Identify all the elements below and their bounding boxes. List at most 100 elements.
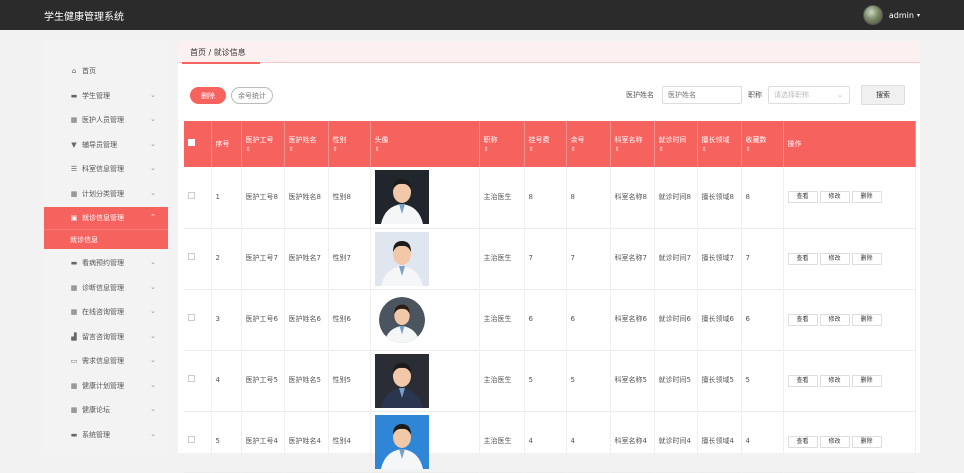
row-select-cell[interactable] xyxy=(184,350,212,411)
row-select-cell[interactable] xyxy=(184,289,212,350)
edit-button[interactable]: 修改 xyxy=(819,252,850,265)
table-row[interactable]: 3 医护工号6 医护姓名6 性别6 主治医生 6 6 科室名称6 就诊时间6 擅长领域6 6 查看 修改… xyxy=(184,289,916,350)
column-header-10[interactable]: 擅长领域 ⇕ xyxy=(697,121,742,167)
column-header-4[interactable]: 头像 ⇕ xyxy=(370,121,480,167)
sidebar-item-10[interactable]: ▟ 留言咨询管理 ⌄ xyxy=(44,326,168,348)
sidebar-item-5[interactable]: ▦ 计划分类管理 ⌄ xyxy=(44,183,168,205)
row-checkbox[interactable] xyxy=(188,314,195,321)
row-checkbox[interactable] xyxy=(188,436,195,443)
sidebar-item-label: 首页 xyxy=(82,67,96,75)
table-row[interactable]: 1 医护工号8 医护姓名8 性别8 主治医生 8 8 科室名称8 就诊时间8 擅长领域8 8 查看 修改… xyxy=(184,167,916,228)
breadcrumb[interactable]: 首页 / 就诊信息 xyxy=(190,47,246,58)
select-all-cell[interactable] xyxy=(184,121,212,167)
view-button[interactable]: 查看 xyxy=(787,191,818,204)
column-header-9[interactable]: 就诊时间 ⇕ xyxy=(654,121,698,167)
row-delete-button[interactable]: 删除 xyxy=(851,374,882,387)
sort-icon[interactable]: ⇕ xyxy=(746,146,783,154)
view-button[interactable]: 查看 xyxy=(787,252,818,265)
chevron-down-icon: ⌄ xyxy=(150,429,156,438)
sort-icon[interactable]: ⇕ xyxy=(289,146,328,154)
column-header-3[interactable]: 性别 ⇕ xyxy=(328,121,371,167)
sort-icon[interactable]: ⇕ xyxy=(246,146,284,154)
chevron-down-icon: ⌄ xyxy=(150,282,156,291)
column-header-7[interactable]: 余号 ⇕ xyxy=(566,121,611,167)
sort-icon[interactable]: ⇕ xyxy=(529,146,566,154)
cell-time: 就诊时间5 xyxy=(654,350,698,411)
delete-button[interactable]: 删除 xyxy=(190,87,226,104)
row-select-cell[interactable] xyxy=(184,228,212,289)
column-header-6[interactable]: 挂号费 ⇕ xyxy=(524,121,567,167)
user-menu[interactable]: admin ▾ xyxy=(862,0,920,30)
sort-icon[interactable]: ⇕ xyxy=(571,146,610,154)
row-delete-button[interactable]: 删除 xyxy=(851,313,882,326)
row-checkbox[interactable] xyxy=(188,375,195,382)
select-all-checkbox[interactable] xyxy=(188,139,195,146)
cell-specialty: 擅长领域4 xyxy=(697,411,742,472)
sidebar-item-8[interactable]: ▦ 诊断信息管理 ⌄ xyxy=(44,277,168,299)
sidebar-item-4[interactable]: ☰ 科室信息管理 ⌄ xyxy=(44,158,168,180)
stats-button[interactable]: 余号统计 xyxy=(231,87,273,104)
sidebar-item-6[interactable]: ▣ 就诊信息管理 ⌃ xyxy=(44,207,168,229)
sidebar-item-7[interactable]: ▬ 看病预约管理 ⌄ xyxy=(44,252,168,274)
caret-down-icon[interactable]: ▾ xyxy=(917,12,920,19)
view-button[interactable]: 查看 xyxy=(787,374,818,387)
column-header-label: 医护工号 xyxy=(245,136,274,144)
row-delete-button[interactable]: 删除 xyxy=(851,252,882,265)
search-title-select[interactable]: 请选择职称 ⌄ xyxy=(768,86,850,104)
edit-button[interactable]: 修改 xyxy=(819,191,850,204)
table-row[interactable]: 4 医护工号5 医护姓名5 性别5 主治医生 5 5 科室名称5 就诊时间5 擅长领域5 5 查看 修改… xyxy=(184,350,916,411)
column-header-5[interactable]: 职称 ⇕ xyxy=(479,121,525,167)
cell-favorites: 8 xyxy=(741,167,784,228)
edit-button[interactable]: 修改 xyxy=(819,313,850,326)
column-header-0[interactable]: 序号 xyxy=(211,121,242,167)
row-delete-button[interactable]: 删除 xyxy=(851,191,882,204)
sidebar-subitem-active[interactable]: 就诊信息 xyxy=(44,229,168,249)
sidebar-item-3[interactable]: ▼ 辅导员管理 ⌄ xyxy=(44,134,168,156)
row-checkbox[interactable] xyxy=(188,191,195,199)
avatar[interactable] xyxy=(862,5,883,25)
cell-staff_name: 医护姓名5 xyxy=(284,350,329,411)
username[interactable]: admin xyxy=(889,11,914,20)
sidebar-item-9[interactable]: ▦ 在线咨询管理 ⌄ xyxy=(44,301,168,323)
sort-icon[interactable]: ⇕ xyxy=(615,146,654,154)
row-select-cell[interactable] xyxy=(184,167,212,228)
table-row[interactable]: 5 医护工号4 医护姓名4 性别4 主治医生 4 4 科室名称4 就诊时间4 擅长领域4 4 查看 修改… xyxy=(184,411,916,472)
cell-specialty: 擅长领域5 xyxy=(697,350,742,411)
sidebar-item-1[interactable]: ▬ 学生管理 ⌄ xyxy=(44,85,168,107)
sort-icon[interactable]: ⇕ xyxy=(375,146,479,154)
sort-icon[interactable]: ⇕ xyxy=(333,146,370,154)
chevron-down-icon: ⌄ xyxy=(150,188,156,197)
column-header-8[interactable]: 科室名称 ⇕ xyxy=(610,121,655,167)
search-button[interactable]: 搜索 xyxy=(861,85,905,105)
edit-button[interactable]: 修改 xyxy=(819,435,850,448)
table-row[interactable]: 2 医护工号7 医护姓名7 性别7 主治医生 7 7 科室名称7 就诊时间7 擅长领域7 7 查看 修改… xyxy=(184,228,916,289)
row-checkbox[interactable] xyxy=(188,253,195,260)
cell-dept: 科室名称8 xyxy=(610,167,655,228)
column-header-12[interactable]: 操作 xyxy=(783,121,916,167)
sidebar-item-2[interactable]: ▦ 医护人员管理 ⌄ xyxy=(44,109,168,131)
view-button[interactable]: 查看 xyxy=(787,435,818,448)
column-header-1[interactable]: 医护工号 ⇕ xyxy=(241,121,285,167)
edit-button[interactable]: 修改 xyxy=(819,374,850,387)
sidebar-item-12[interactable]: ▦ 健康计划管理 ⌄ xyxy=(44,375,168,397)
row-delete-button[interactable]: 删除 xyxy=(851,435,882,448)
row-select-cell[interactable] xyxy=(184,411,212,472)
sort-icon[interactable]: ⇕ xyxy=(702,146,741,154)
sidebar-item-13[interactable]: ▦ 健康论坛 ⌄ xyxy=(44,399,168,421)
sidebar-item-0[interactable]: ⌂ 首页 xyxy=(44,60,168,82)
column-header-2[interactable]: 医护姓名 ⇕ xyxy=(284,121,329,167)
chevron-down-icon: ⌄ xyxy=(150,380,156,389)
search-name-label: 医护姓名 xyxy=(626,91,654,99)
view-button[interactable]: 查看 xyxy=(787,313,818,326)
chevron-down-icon: ⌄ xyxy=(150,405,156,413)
column-header-label: 序号 xyxy=(215,140,230,148)
card-icon: ▬ xyxy=(70,259,78,267)
sidebar-item-11[interactable]: ▭ 需求信息管理 ⌄ xyxy=(44,350,168,372)
grid-icon: ▦ xyxy=(70,381,78,390)
column-header-label: 医护姓名 xyxy=(288,136,317,144)
search-name-input[interactable] xyxy=(662,86,742,104)
sort-icon[interactable]: ⇕ xyxy=(659,146,697,154)
sort-icon[interactable]: ⇕ xyxy=(484,146,524,154)
sidebar-item-14[interactable]: ▬ 系统管理 ⌄ xyxy=(44,424,168,446)
column-header-11[interactable]: 收藏数 ⇕ xyxy=(741,121,784,167)
